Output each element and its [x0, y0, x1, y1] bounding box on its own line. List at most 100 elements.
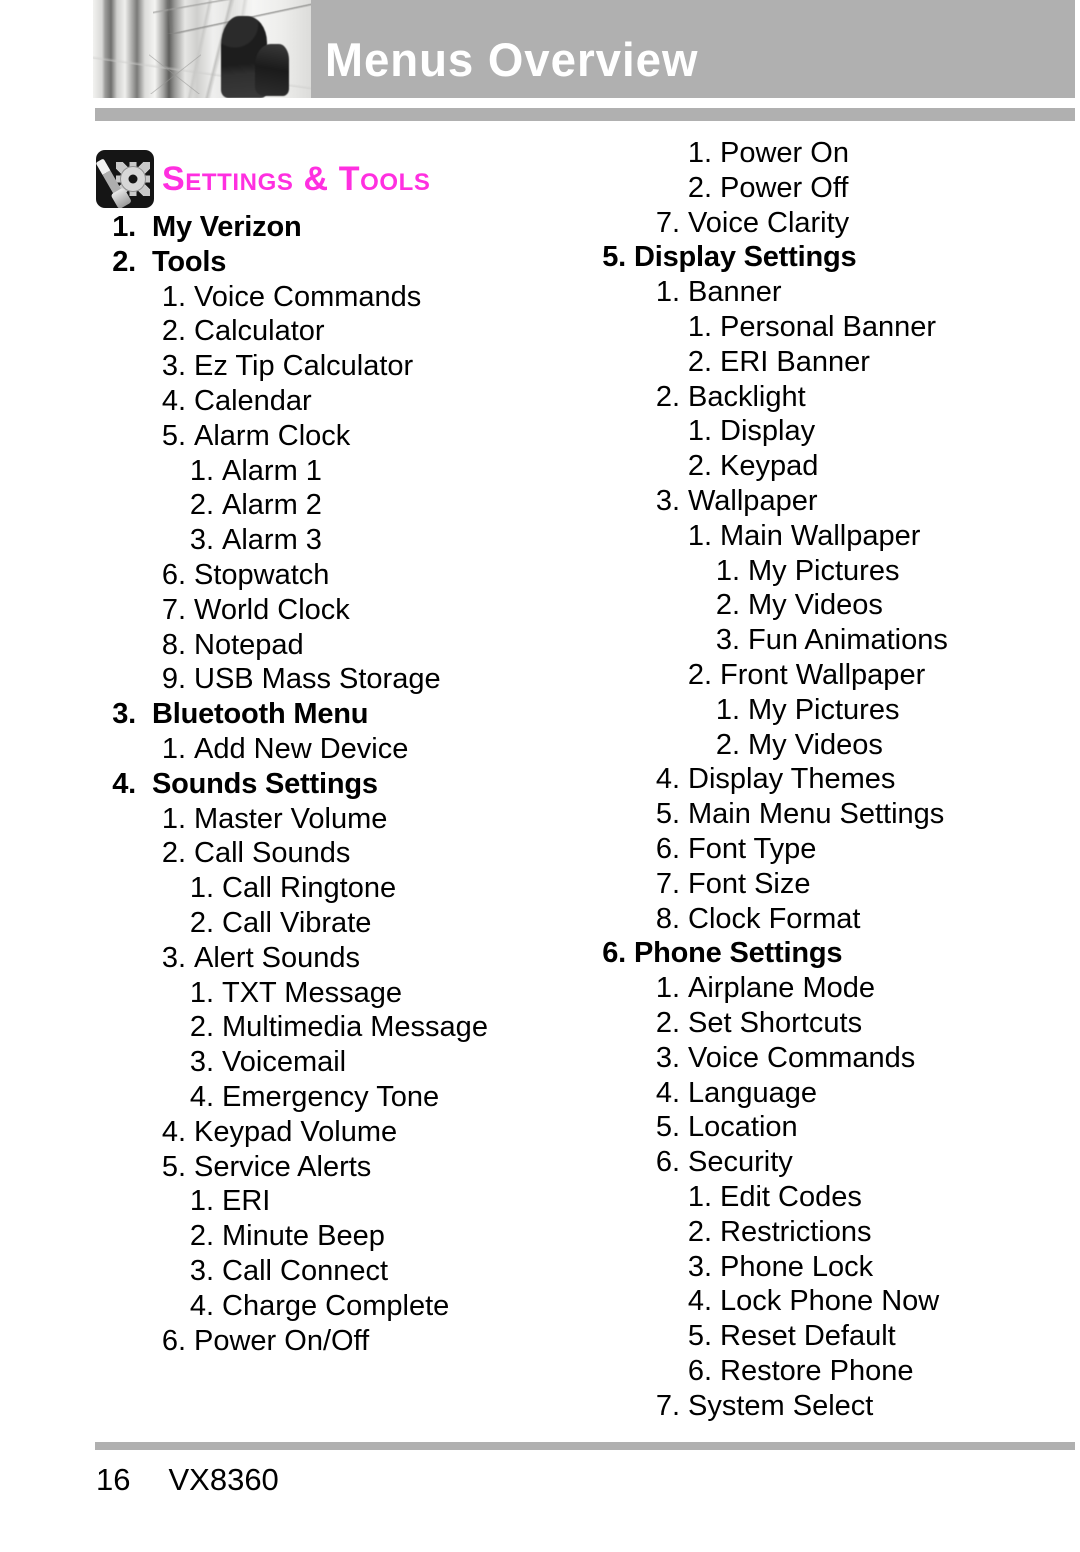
menu-item: 4. Charge Complete: [96, 1289, 566, 1324]
menu-item-number: 2.: [161, 315, 186, 348]
menu-item: 2. Calculator: [96, 314, 566, 349]
page-header: Menus Overview: [0, 0, 1080, 100]
menu-item-number: 5.: [161, 419, 186, 452]
menu-item-number: 1.: [655, 276, 680, 309]
menu-item-label: My Pictures: [748, 693, 900, 726]
menu-item-label: Alarm 3: [222, 524, 322, 557]
menu-item-number: 3.: [189, 1046, 214, 1079]
menu-item-number: 1.: [161, 280, 186, 313]
menu-item-label: Airplane Mode: [688, 972, 875, 1005]
menu-item: 1. Airplane Mode: [600, 971, 1060, 1006]
menu-item-label: Voice Commands: [194, 280, 422, 313]
menu-item-number: 6.: [161, 1324, 186, 1357]
menu-item: 5. Main Menu Settings: [600, 797, 1060, 832]
menu-item-label: Keypad Volume: [194, 1115, 398, 1148]
menu-item-number: 5.: [161, 1150, 186, 1183]
menu-item: 4. Lock Phone Now: [600, 1284, 1060, 1319]
menu-item-number: 5.: [655, 1111, 680, 1144]
menu-item: 5. Location: [600, 1110, 1060, 1145]
menu-item: 2. Set Shortcuts: [600, 1006, 1060, 1041]
menu-item: 1. Call Ringtone: [96, 871, 566, 906]
menu-item-number: 1.: [161, 802, 186, 835]
menu-item-label: Security: [688, 1146, 793, 1179]
menu-item: 1. Personal Banner: [600, 310, 1060, 345]
footer-divider-rule: [95, 1442, 1075, 1450]
menu-item-number: 3.: [655, 484, 680, 517]
menu-item-number: 2.: [189, 1220, 214, 1253]
menu-item: 3. Call Connect: [96, 1254, 566, 1289]
menu-item-label: Ez Tip Calculator: [194, 350, 414, 383]
menu-item-label: Display: [720, 415, 816, 448]
page-footer: 16 VX8360: [96, 1462, 279, 1498]
menu-item: 2. My Videos: [600, 588, 1060, 623]
menu-item-label: Alarm 1: [222, 454, 322, 487]
menu-item-number: 4.: [687, 1285, 712, 1318]
menu-item-label: My Videos: [748, 589, 883, 622]
menu-item: 4. Language: [600, 1076, 1060, 1111]
menu-item-label: Keypad: [720, 450, 819, 483]
menu-item: 1. Banner: [600, 275, 1060, 310]
menu-item-number: 3.: [161, 350, 186, 383]
menu-item-number: 4.: [655, 1076, 680, 1109]
menu-item-number: 2.: [715, 728, 740, 761]
menu-item-number: 4.: [189, 1289, 214, 1322]
menu-item-label: Master Volume: [194, 802, 388, 835]
menu-item: 6. Phone Settings: [600, 936, 1060, 971]
header-photo: [93, 0, 311, 98]
menu-item: 1. Add New Device: [96, 732, 566, 767]
menu-item-number: 1.: [161, 732, 186, 765]
menu-item-label: Calendar: [194, 384, 312, 417]
menu-item-label: Call Ringtone: [222, 872, 397, 905]
section-title: Settings & Tools: [162, 160, 431, 198]
menu-item: 3. Alert Sounds: [96, 941, 566, 976]
menu-item: 4. Sounds Settings: [96, 767, 566, 802]
menu-item-label: Alarm Clock: [194, 419, 351, 452]
menu-item-number: 1.: [715, 693, 740, 726]
menu-item: 1. Display: [600, 414, 1060, 449]
menu-item: 7. Font Size: [600, 867, 1060, 902]
menu-item: 1. TXT Message: [96, 976, 566, 1011]
menu-item-number: 8.: [161, 628, 186, 661]
menu-item-number: 1.: [715, 554, 740, 587]
settings-tools-section-header: Settings & Tools: [96, 150, 566, 208]
menu-item: 1. ERI: [96, 1184, 566, 1219]
menu-item-label: Backlight: [688, 380, 806, 413]
menu-item: 3. Voice Commands: [600, 1041, 1060, 1076]
menu-item-label: Emergency Tone: [222, 1080, 440, 1113]
menu-item: 3. Phone Lock: [600, 1250, 1060, 1285]
menu-item-label: Multimedia Message: [222, 1011, 488, 1044]
menu-item-label: Service Alerts: [194, 1150, 372, 1183]
menu-item-number: 2.: [687, 450, 712, 483]
menu-item-number: 6.: [655, 832, 680, 865]
menu-item-number: 1.: [687, 310, 712, 343]
menu-item-number: 5.: [602, 241, 626, 274]
menu-item-label: Set Shortcuts: [688, 1006, 863, 1039]
menu-item-number: 2.: [687, 345, 712, 378]
menu-item-number: 1.: [112, 211, 136, 243]
menu-item-number: 3.: [112, 698, 136, 731]
menu-item-label: Call Vibrate: [222, 906, 372, 939]
menu-item-number: 3.: [687, 1250, 712, 1283]
menu-item-number: 2.: [687, 171, 712, 204]
menu-item-label: Notepad: [194, 628, 304, 661]
menu-item-label: Add New Device: [194, 732, 409, 765]
menu-item-number: 4.: [655, 763, 680, 796]
menu-item-label: Main Menu Settings: [688, 798, 945, 831]
menu-item-number: 3.: [189, 1254, 214, 1287]
menu-item-label: Edit Codes: [720, 1180, 862, 1213]
menu-item-number: 4.: [112, 767, 136, 800]
menu-item-label: Charge Complete: [222, 1289, 450, 1322]
menu-item: 8. Notepad: [96, 628, 566, 663]
footer-page-number: 16: [96, 1462, 131, 1497]
menu-item-number: 4.: [189, 1080, 214, 1113]
menu-item-number: 7.: [655, 867, 680, 900]
menu-item-number: 1.: [687, 519, 712, 552]
photo-person-bag: [255, 44, 289, 96]
menu-item-number: 4.: [161, 384, 186, 417]
menu-item-label: Clock Format: [688, 902, 861, 935]
menu-item-label: Call Sounds: [194, 837, 351, 870]
menu-item-number: 2.: [189, 489, 214, 522]
menu-item: 4. Calendar: [96, 384, 566, 419]
menu-item-number: 6.: [161, 558, 186, 591]
menu-item: 1. Power On: [600, 136, 1060, 171]
